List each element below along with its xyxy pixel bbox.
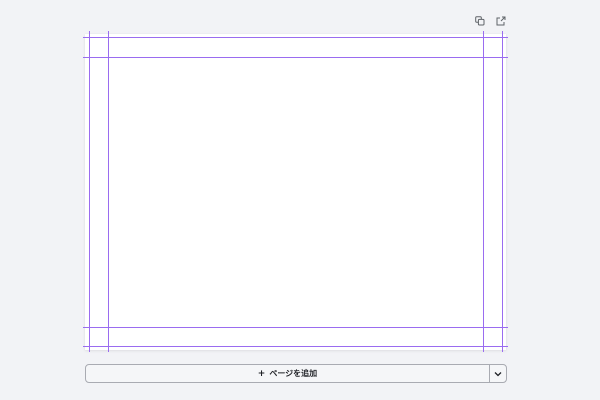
add-page-button[interactable]: + ページを追加 [86,365,489,382]
add-page-dropdown-button[interactable] [490,365,506,382]
canvas-page[interactable] [85,34,506,350]
plus-icon: + [257,368,266,379]
share-icon [496,16,506,26]
page-toolbar [473,14,508,28]
duplicate-icon [475,16,485,26]
chevron-down-icon [494,371,502,376]
add-page-label: ページを追加 [269,369,318,378]
share-page-button[interactable] [494,14,508,28]
duplicate-page-button[interactable] [473,14,487,28]
add-page-control: + ページを追加 [85,364,507,383]
